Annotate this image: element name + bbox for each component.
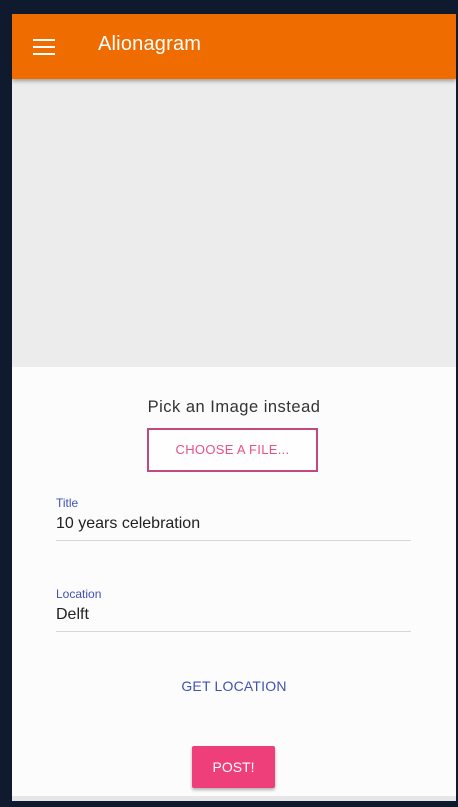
post-button[interactable]: POST! [192, 746, 275, 788]
app-window: Alionagram Pick an Image instead CHOOSE … [12, 14, 456, 801]
menu-icon-bar [33, 46, 55, 48]
title-field-underline [56, 540, 411, 541]
image-capture-area [12, 79, 456, 367]
location-field: Location [56, 587, 411, 632]
location-field-underline [56, 631, 411, 632]
bottom-divider [12, 796, 456, 801]
title-field: Title [56, 496, 411, 541]
get-location-button[interactable]: GET LOCATION [12, 678, 456, 694]
choose-file-button[interactable]: CHOOSE A FILE... [147, 428, 318, 472]
location-input[interactable] [56, 605, 411, 625]
location-field-label: Location [56, 587, 102, 601]
title-field-label: Title [56, 496, 79, 510]
menu-icon-bar [33, 39, 55, 41]
title-input[interactable] [56, 514, 411, 534]
menu-icon-bar [33, 53, 55, 55]
app-bar: Alionagram [12, 14, 456, 79]
pick-image-label: Pick an Image instead [147, 398, 321, 416]
menu-icon[interactable] [33, 39, 55, 55]
app-title: Alionagram [98, 33, 202, 55]
